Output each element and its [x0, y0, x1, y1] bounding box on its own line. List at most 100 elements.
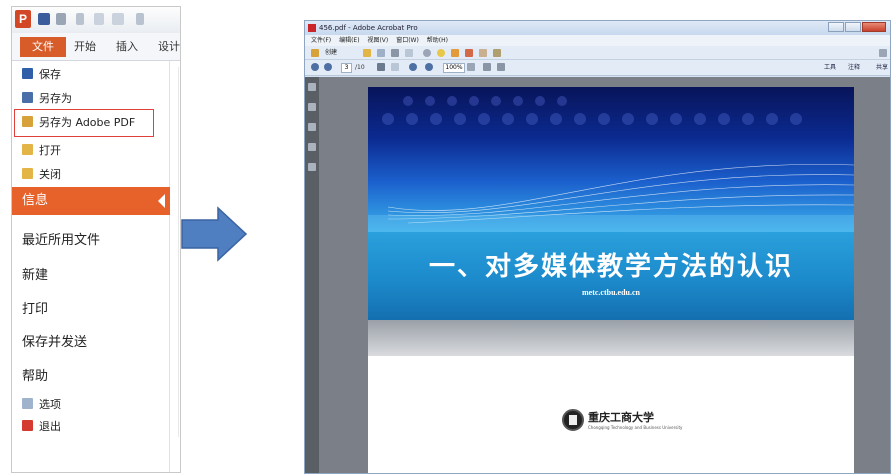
- menu-item-label: 另存为 Adobe PDF: [39, 116, 136, 129]
- select-tool-icon[interactable]: [377, 63, 385, 71]
- menu-item-save-as-adobe-pdf[interactable]: 另存为 Adobe PDF: [14, 109, 154, 137]
- backstage-menu: 保存 另存为 另存为 Adobe PDF 打开 关闭 信息 最近所用文件 新建 …: [12, 61, 170, 472]
- menu-item-label: 关闭: [39, 168, 61, 181]
- customize-toolbar-icon[interactable]: [136, 13, 144, 25]
- close-folder-icon: [22, 168, 33, 179]
- zoom-in-icon[interactable]: [425, 63, 433, 71]
- next-page-icon[interactable]: [324, 63, 332, 71]
- menu-item-label: 打开: [39, 144, 61, 157]
- menu-item-new[interactable]: 新建: [22, 264, 48, 283]
- acrobat-icon: [308, 24, 316, 32]
- window-title: 456.pdf - Adobe Acrobat Pro: [319, 24, 418, 32]
- menu-item-label: 另存为: [39, 92, 72, 105]
- undo-icon[interactable]: [56, 13, 66, 25]
- tab-design[interactable]: 设计: [158, 37, 180, 57]
- open-folder-icon: [22, 144, 33, 155]
- tools-pane-button[interactable]: 工具: [824, 63, 836, 73]
- menu-item-open[interactable]: 打开: [22, 141, 61, 161]
- right-arrow-icon: [181, 206, 248, 262]
- slide-header-graphic: [368, 87, 854, 232]
- comment-pane-button[interactable]: 注释: [848, 63, 860, 73]
- options-icon: [22, 398, 33, 409]
- ribbon-tabs: 文件 开始 插入 设计: [12, 33, 180, 61]
- minimize-button[interactable]: [828, 22, 844, 32]
- menu-item-close[interactable]: 关闭: [22, 165, 61, 185]
- fit-page-icon[interactable]: [483, 63, 491, 71]
- share-pane-button[interactable]: 共享: [876, 63, 888, 73]
- attach-icon[interactable]: [479, 49, 487, 57]
- menu-file[interactable]: 文件(F): [311, 37, 331, 44]
- hand-tool-icon[interactable]: [391, 63, 399, 71]
- menu-item-save-as[interactable]: 另存为: [22, 89, 72, 109]
- window-controls: [827, 22, 886, 33]
- create-button[interactable]: 创建: [325, 48, 337, 58]
- zoom-dropdown-icon[interactable]: [467, 63, 475, 71]
- settings-icon[interactable]: [423, 49, 431, 57]
- powerpoint-backstage: P 文件 开始 插入 设计 保存 另存为 另存为 Adobe PDF 打开 关闭…: [11, 6, 181, 473]
- slide-grey-band: [368, 320, 854, 356]
- menu-help[interactable]: 帮助(H): [427, 37, 448, 44]
- menu-view[interactable]: 视图(V): [367, 37, 388, 44]
- document-canvas[interactable]: 一、对多媒体教学方法的认识 metc.ctbu.edu.cn 重庆工商大学 Ch…: [319, 77, 890, 473]
- full-screen-icon[interactable]: [497, 63, 505, 71]
- navigation-toolbar: 3 /10 100% 工具 注释 共享: [305, 60, 890, 76]
- open-folder-icon[interactable]: [363, 49, 371, 57]
- menu-item-info[interactable]: 信息: [12, 187, 170, 215]
- signatures-icon[interactable]: [308, 163, 316, 171]
- save-as-icon: [22, 92, 33, 103]
- redo-icon[interactable]: [76, 13, 84, 25]
- university-english-name: Chongqing Technology and Business Univer…: [588, 425, 683, 430]
- navigation-pane: [305, 77, 319, 473]
- tab-file[interactable]: 文件: [20, 37, 66, 57]
- save-icon[interactable]: [38, 13, 50, 25]
- menu-item-save-and-send[interactable]: 保存并发送: [22, 331, 87, 350]
- pdf-page: 一、对多媒体教学方法的认识 metc.ctbu.edu.cn 重庆工商大学 Ch…: [368, 87, 854, 473]
- page-count: /10: [355, 64, 365, 71]
- tab-home[interactable]: 开始: [74, 37, 96, 57]
- tab-insert[interactable]: 插入: [116, 37, 138, 57]
- window-title-bar: 456.pdf - Adobe Acrobat Pro: [305, 21, 890, 35]
- maximize-button[interactable]: [845, 22, 861, 32]
- page-thumbnails-icon[interactable]: [308, 83, 316, 91]
- sign-icon[interactable]: [493, 49, 501, 57]
- menu-window[interactable]: 窗口(W): [396, 37, 419, 44]
- zoom-out-icon[interactable]: [409, 63, 417, 71]
- create-icon[interactable]: [311, 49, 319, 57]
- open-folder-icon[interactable]: [112, 13, 124, 25]
- slide-title-band: 一、对多媒体教学方法的认识 metc.ctbu.edu.cn: [368, 232, 854, 320]
- quick-access-toolbar: P: [12, 7, 180, 33]
- university-logo: 重庆工商大学 Chongqing Technology and Business…: [562, 407, 702, 435]
- comment-icon[interactable]: [437, 49, 445, 57]
- save-icon[interactable]: [377, 49, 385, 57]
- bookmarks-icon[interactable]: [308, 103, 316, 111]
- highlight-icon[interactable]: [451, 49, 459, 57]
- selection-notch: [158, 194, 165, 208]
- university-name: 重庆工商大学: [588, 411, 654, 424]
- layers-icon[interactable]: [308, 143, 316, 151]
- acrobat-window: 456.pdf - Adobe Acrobat Pro 文件(F) 编辑(E) …: [304, 20, 891, 474]
- close-button[interactable]: [862, 22, 886, 32]
- attachments-icon[interactable]: [308, 123, 316, 131]
- print-icon[interactable]: [391, 49, 399, 57]
- new-document-icon[interactable]: [94, 13, 104, 25]
- powerpoint-app-icon[interactable]: P: [15, 10, 31, 28]
- exit-icon: [22, 420, 33, 431]
- email-icon[interactable]: [405, 49, 413, 57]
- menu-item-save[interactable]: 保存: [22, 65, 61, 85]
- slide-title: 一、对多媒体教学方法的认识: [428, 252, 793, 282]
- menu-item-help[interactable]: 帮助: [22, 365, 48, 384]
- page-number-input[interactable]: 3: [341, 63, 352, 73]
- menu-edit[interactable]: 编辑(E): [339, 37, 359, 44]
- menu-item-exit[interactable]: 退出: [22, 417, 61, 437]
- menu-item-recent[interactable]: 最近所用文件: [22, 229, 100, 248]
- previous-page-icon[interactable]: [311, 63, 319, 71]
- menu-item-label: 选项: [39, 398, 61, 411]
- slide-url: metc.ctbu.edu.cn: [582, 288, 640, 297]
- menu-item-options[interactable]: 选项: [22, 395, 61, 415]
- expand-icon[interactable]: [879, 49, 887, 57]
- menu-item-label: 保存: [39, 68, 61, 81]
- menu-bar: 文件(F) 编辑(E) 视图(V) 窗口(W) 帮助(H): [305, 35, 890, 46]
- menu-item-print[interactable]: 打印: [22, 298, 48, 317]
- stamp-icon[interactable]: [465, 49, 473, 57]
- zoom-level-select[interactable]: 100%: [443, 63, 465, 73]
